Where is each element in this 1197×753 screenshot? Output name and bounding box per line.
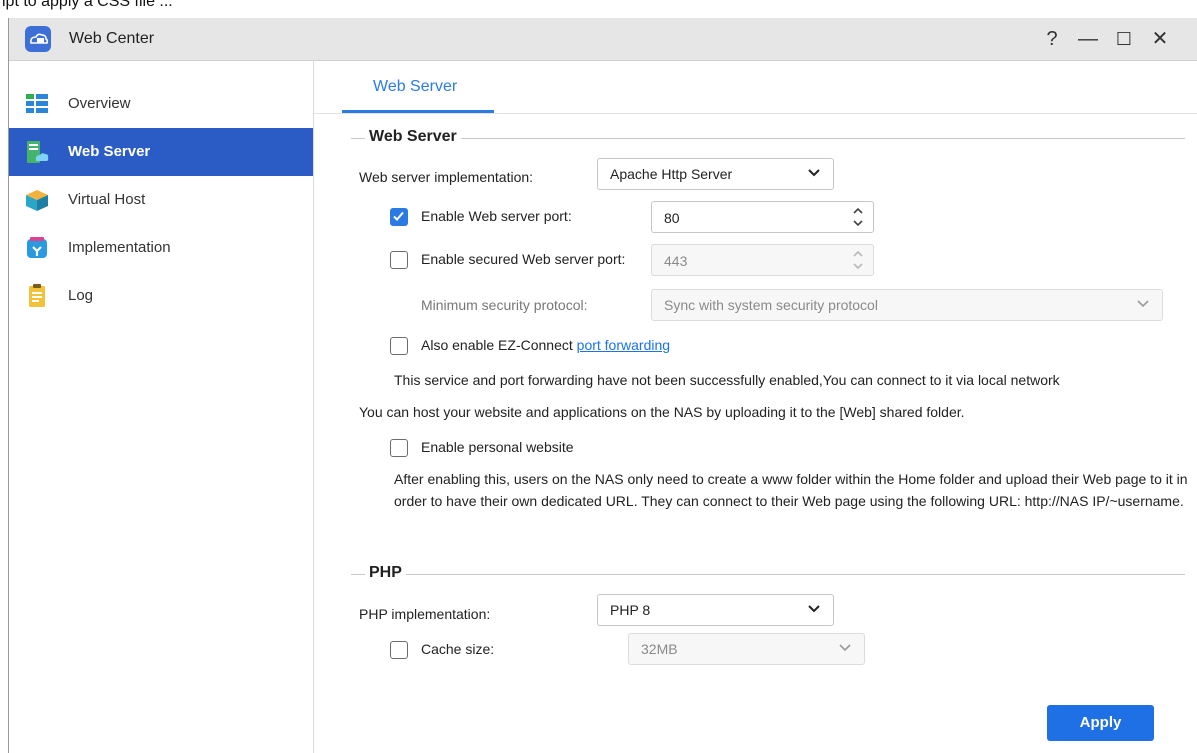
service-status-note: This service and port forwarding have no… bbox=[394, 372, 1060, 388]
port-value-field[interactable] bbox=[652, 202, 836, 234]
maximize-icon[interactable]: ☐ bbox=[1111, 26, 1137, 52]
ez-connect-checkbox[interactable] bbox=[390, 337, 408, 355]
secure-port-label: Enable secured Web server port: bbox=[421, 251, 626, 267]
sidebar-item-web-server[interactable]: Web Server bbox=[9, 128, 313, 176]
section-divider bbox=[351, 138, 1185, 139]
tab-web-server[interactable]: Web Server bbox=[342, 61, 494, 113]
web-server-icon bbox=[27, 141, 49, 163]
min-protocol-label: Minimum security protocol: bbox=[421, 297, 588, 313]
spinner-arrows-icon bbox=[853, 250, 863, 270]
php-section-title: PHP bbox=[365, 564, 406, 582]
log-icon bbox=[29, 284, 45, 307]
sidebar-item-label: Overview bbox=[68, 95, 131, 112]
personal-website-description: After enabling this, users on the NAS on… bbox=[394, 471, 1188, 509]
secure-port-value-field bbox=[652, 245, 836, 277]
select-value: Sync with system security protocol bbox=[664, 297, 878, 313]
sidebar-item-log[interactable]: Log bbox=[9, 272, 313, 320]
sidebar-item-overview[interactable]: Overview bbox=[9, 80, 313, 128]
tab-divider bbox=[314, 113, 1197, 114]
checkmark-icon bbox=[393, 211, 404, 221]
ez-connect-label: Also enable EZ-Connect port forwarding bbox=[421, 337, 670, 353]
cache-size-label: Cache size: bbox=[421, 641, 495, 657]
cache-size-select: 32MB bbox=[628, 633, 865, 665]
sidebar-item-label: Web Server bbox=[68, 143, 151, 160]
ez-connect-text: Also enable EZ-Connect bbox=[421, 337, 573, 353]
personal-website-label: Enable personal website bbox=[421, 439, 574, 455]
web-server-implementation-select[interactable]: Apache Http Server bbox=[597, 158, 834, 190]
sidebar-item-label: Implementation bbox=[68, 239, 171, 256]
cache-size-checkbox[interactable] bbox=[390, 641, 408, 659]
select-value: Apache Http Server bbox=[610, 166, 733, 182]
web-server-section-title: Web Server bbox=[365, 128, 461, 146]
sidebar: Overview Web Server Virtual Host Impleme… bbox=[9, 61, 314, 753]
spinner-arrows-icon[interactable] bbox=[851, 205, 865, 229]
chevron-down-icon bbox=[839, 644, 851, 652]
help-icon[interactable]: ? bbox=[1039, 26, 1065, 52]
chevron-down-icon bbox=[1137, 300, 1149, 308]
chevron-down-icon bbox=[808, 605, 820, 613]
secure-port-input bbox=[651, 244, 874, 277]
close-icon[interactable]: ✕ bbox=[1147, 26, 1173, 52]
background-strip: ipt to apply a CSS file ... bbox=[0, 0, 1197, 18]
implementation-icon bbox=[27, 237, 47, 258]
chevron-down-icon bbox=[808, 169, 820, 177]
min-protocol-select: Sync with system security protocol bbox=[651, 289, 1163, 321]
overview-icon bbox=[26, 94, 48, 113]
port-forwarding-link[interactable]: port forwarding bbox=[577, 337, 670, 353]
sidebar-item-label: Log bbox=[68, 287, 94, 304]
web-center-app-icon bbox=[25, 26, 51, 52]
web-server-port-checkbox[interactable] bbox=[390, 208, 408, 226]
web-server-implementation-label: Web server implementation: bbox=[359, 169, 534, 185]
virtual-host-icon bbox=[26, 190, 48, 211]
apply-button[interactable]: Apply bbox=[1047, 705, 1154, 741]
web-server-port-label: Enable Web server port: bbox=[421, 208, 572, 224]
tab-label: Web Server bbox=[373, 78, 458, 95]
host-website-note: You can host your website and applicatio… bbox=[359, 404, 965, 420]
section-divider bbox=[351, 574, 1185, 575]
sidebar-item-label: Virtual Host bbox=[68, 191, 146, 208]
title-bar: Web Center ? — ☐ ✕ bbox=[9, 18, 1197, 61]
personal-website-checkbox[interactable] bbox=[390, 439, 408, 457]
select-value: 32MB bbox=[641, 641, 678, 657]
sidebar-item-implementation[interactable]: Implementation bbox=[9, 224, 313, 272]
web-server-port-input[interactable] bbox=[651, 201, 874, 234]
main-content: Web Server Web Server Web server impleme… bbox=[314, 61, 1197, 753]
php-implementation-label: PHP implementation: bbox=[359, 606, 491, 622]
minimize-icon[interactable]: — bbox=[1075, 26, 1101, 52]
secure-port-checkbox[interactable] bbox=[390, 251, 408, 269]
background-text: ipt to apply a CSS file ... bbox=[2, 0, 173, 10]
php-implementation-select[interactable]: PHP 8 bbox=[597, 594, 834, 626]
web-center-window: Web Center ? — ☐ ✕ Overview Web Server V… bbox=[8, 18, 1197, 753]
sidebar-item-virtual-host[interactable]: Virtual Host bbox=[9, 176, 313, 224]
select-value: PHP 8 bbox=[610, 602, 651, 618]
app-title: Web Center bbox=[69, 30, 155, 47]
